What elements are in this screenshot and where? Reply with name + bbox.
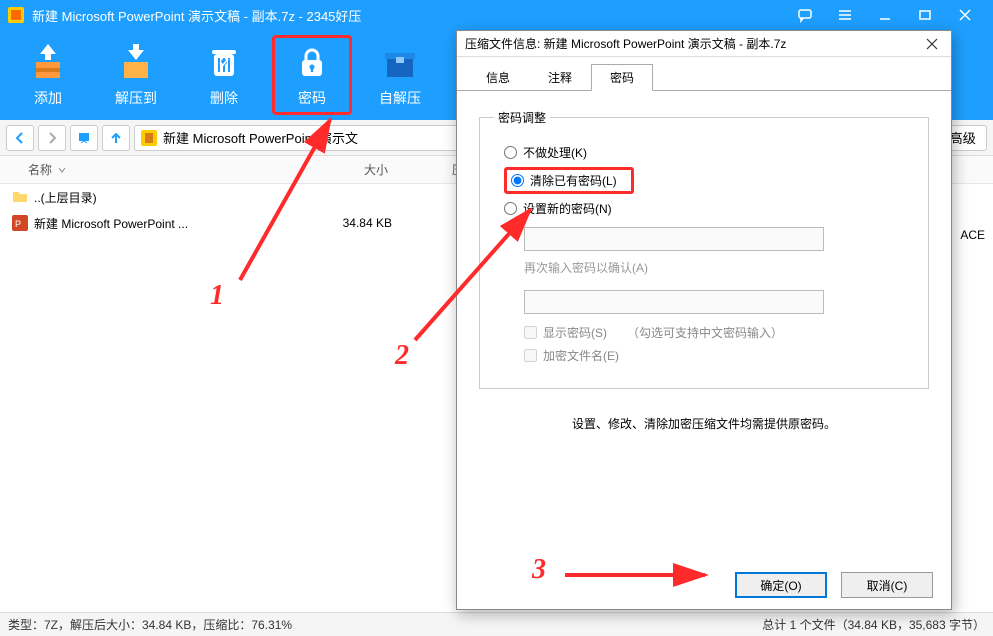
annotation-1: 1 xyxy=(210,280,224,312)
ok-button[interactable]: 确定(O) xyxy=(735,572,827,598)
col-size[interactable]: 大小 xyxy=(308,161,408,178)
status-right: 总计 1 个文件（34.84 KB，35,683 字节） xyxy=(762,616,985,633)
radio-clear-label: 清除已有密码(L) xyxy=(530,172,617,189)
close-button[interactable] xyxy=(945,0,985,30)
tab-comment[interactable]: 注释 xyxy=(529,64,591,91)
password-group: 再次输入密码以确认(A) 显示密码(S) （勾选可支持中文密码输入） 加密文件名… xyxy=(524,223,914,364)
tab-info[interactable]: 信息 xyxy=(467,64,529,91)
dialog-body: 密码调整 不做处理(K) 清除已有密码(L) 设置新的密码(N) 再次输入密码以… xyxy=(457,91,951,561)
svg-text:P: P xyxy=(15,219,21,229)
forward-button[interactable] xyxy=(38,125,66,151)
extract-button[interactable]: 解压到 xyxy=(96,35,176,115)
radio-set-input[interactable] xyxy=(504,202,517,215)
status-left: 类型：7Z，解压后大小：34.84 KB，压缩比：76.31% xyxy=(8,616,762,633)
address-text: 新建 Microsoft PowerPoint 演示文 xyxy=(163,128,358,147)
confirm-hint: 再次输入密码以确认(A) xyxy=(524,259,914,276)
back-button[interactable] xyxy=(6,125,34,151)
password-confirm-input[interactable] xyxy=(524,290,824,314)
show-password-check[interactable]: 显示密码(S) （勾选可支持中文密码输入） xyxy=(524,324,914,341)
radio-clear-input[interactable] xyxy=(511,174,524,187)
extract-icon xyxy=(116,42,156,82)
delete-icon xyxy=(204,42,244,82)
maximize-button[interactable] xyxy=(905,0,945,30)
tab-password[interactable]: 密码 xyxy=(591,64,653,91)
show-password-input[interactable] xyxy=(524,326,537,339)
password-input[interactable] xyxy=(524,227,824,251)
password-dialog: 压缩文件信息: 新建 Microsoft PowerPoint 演示文稿 - 副… xyxy=(456,30,952,610)
cancel-button[interactable]: 取消(C) xyxy=(841,572,933,598)
dialog-tabs: 信息 注释 密码 xyxy=(457,61,951,91)
status-bar: 类型：7Z，解压后大小：34.84 KB，压缩比：76.31% 总计 1 个文件… xyxy=(0,612,993,636)
add-icon xyxy=(28,42,68,82)
dialog-close-button[interactable] xyxy=(921,33,943,55)
menu-icon[interactable] xyxy=(825,0,865,30)
delete-button[interactable]: 删除 xyxy=(184,35,264,115)
fieldset-legend: 密码调整 xyxy=(494,109,550,126)
password-notice: 设置、修改、清除加密压缩文件均需提供原密码。 xyxy=(479,415,929,432)
col-name[interactable]: 名称 xyxy=(28,161,308,178)
radio-set[interactable]: 设置新的密码(N) xyxy=(504,200,914,217)
password-button[interactable]: 密码 xyxy=(272,35,352,115)
window-title: 新建 Microsoft PowerPoint 演示文稿 - 副本.7z - 2… xyxy=(32,6,785,25)
annotation-2: 2 xyxy=(395,340,409,372)
radio-noop[interactable]: 不做处理(K) xyxy=(504,144,914,161)
pptx-icon: P xyxy=(12,215,28,231)
open-history-button[interactable] xyxy=(70,125,98,151)
feedback-icon[interactable] xyxy=(785,0,825,30)
annotation-3: 3 xyxy=(532,554,546,586)
box-icon xyxy=(380,42,420,82)
add-button[interactable]: 添加 xyxy=(8,35,88,115)
chevron-down-icon xyxy=(58,166,66,174)
dialog-titlebar: 压缩文件信息: 新建 Microsoft PowerPoint 演示文稿 - 副… xyxy=(457,31,951,57)
archive-icon xyxy=(141,130,157,146)
encrypt-names-input[interactable] xyxy=(524,349,537,362)
radio-noop-input[interactable] xyxy=(504,146,517,159)
app-icon xyxy=(8,7,24,23)
radio-clear-highlight: 清除已有密码(L) xyxy=(504,167,634,194)
encrypt-names-check[interactable]: 加密文件名(E) xyxy=(524,347,914,364)
titlebar: 新建 Microsoft PowerPoint 演示文稿 - 副本.7z - 2… xyxy=(0,0,993,30)
minimize-button[interactable] xyxy=(865,0,905,30)
folder-icon xyxy=(12,189,28,205)
selfextract-button[interactable]: 自解压 xyxy=(360,35,440,115)
dialog-title: 压缩文件信息: 新建 Microsoft PowerPoint 演示文稿 - 副… xyxy=(465,35,921,52)
lock-icon xyxy=(292,42,332,82)
crc-fragment: ACE xyxy=(960,228,985,242)
password-fieldset: 密码调整 不做处理(K) 清除已有密码(L) 设置新的密码(N) 再次输入密码以… xyxy=(479,109,929,389)
up-button[interactable] xyxy=(102,125,130,151)
